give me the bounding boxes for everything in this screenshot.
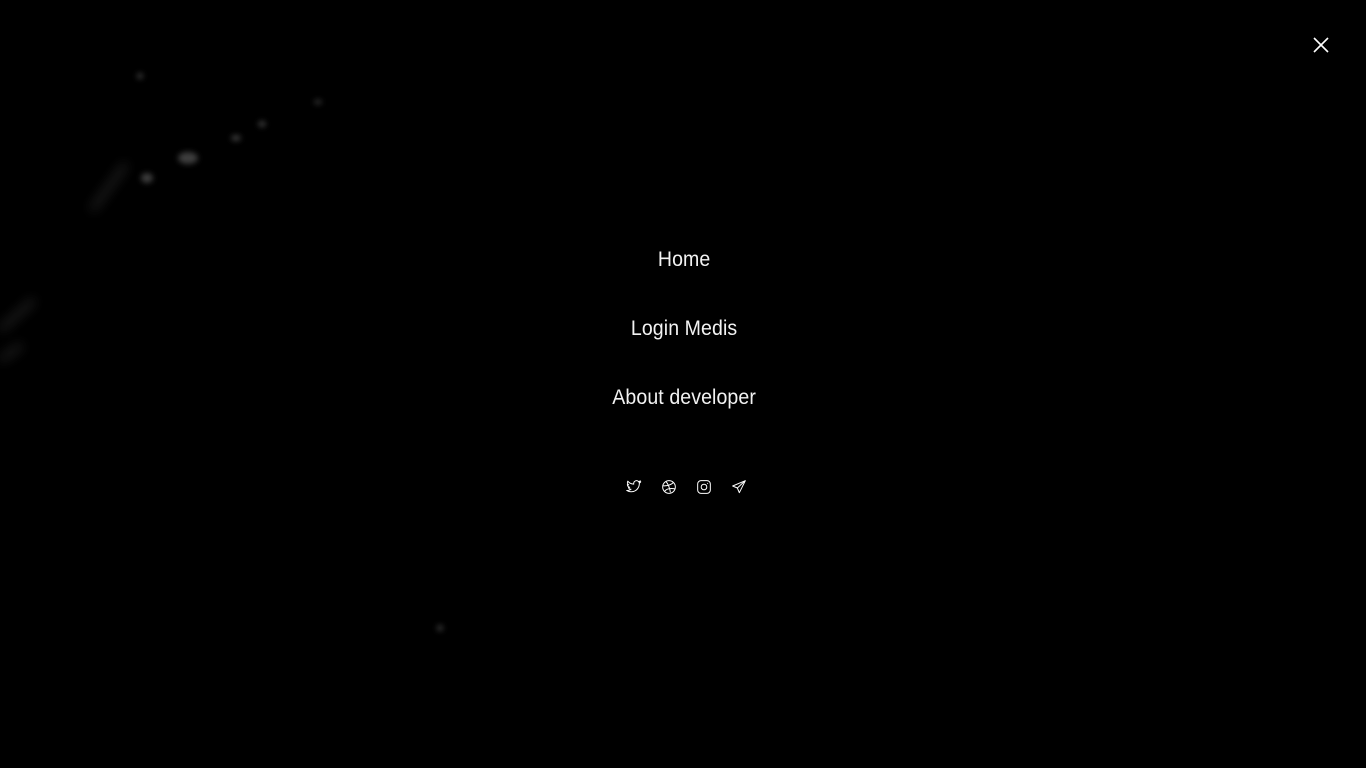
nav-item-about-developer[interactable]: About developer	[610, 376, 757, 445]
instagram-icon	[697, 480, 711, 494]
dribbble-icon	[662, 480, 676, 494]
close-button[interactable]	[1308, 32, 1334, 58]
main-nav: Home Login Medis About developer	[0, 238, 1366, 445]
close-icon	[1313, 37, 1329, 53]
telegram-icon	[732, 480, 746, 494]
dribbble-link[interactable]	[660, 478, 678, 496]
twitter-link[interactable]	[625, 478, 643, 496]
social-links	[0, 478, 1366, 496]
nav-item-home[interactable]: Home	[655, 238, 710, 307]
twitter-icon	[626, 480, 642, 493]
telegram-link[interactable]	[730, 478, 748, 496]
nav-item-login-medis[interactable]: Login Medis	[628, 307, 737, 376]
instagram-link[interactable]	[695, 478, 713, 496]
